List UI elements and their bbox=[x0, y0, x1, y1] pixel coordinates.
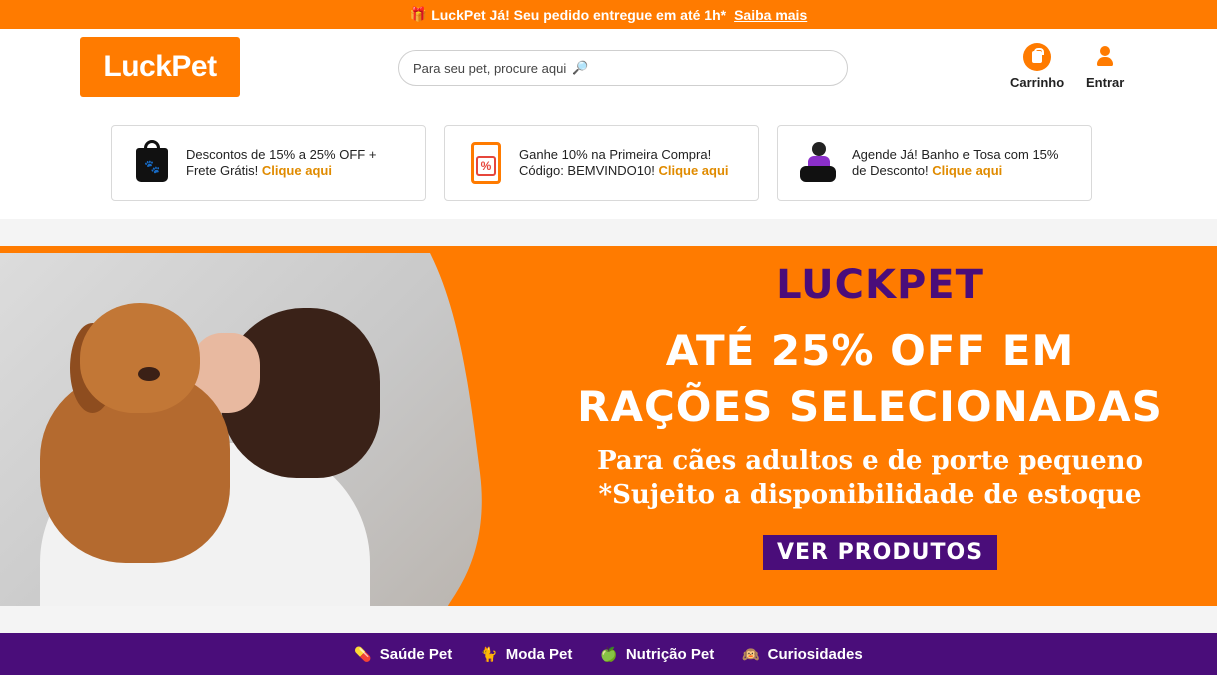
search-input[interactable]: Para seu pet, procure aqui 🔎 bbox=[398, 50, 848, 86]
search-placeholder: Para seu pet, procure aqui bbox=[413, 60, 567, 76]
promo-text: Ganhe 10% na Primeira Compra! bbox=[519, 147, 712, 162]
category-label: Curiosidades bbox=[767, 645, 863, 663]
login-label: Entrar bbox=[1086, 75, 1125, 90]
cart-button[interactable]: Carrinho bbox=[1010, 43, 1064, 90]
pill-icon: 💊 bbox=[354, 645, 372, 662]
category-label: Moda Pet bbox=[505, 645, 573, 663]
section-divider bbox=[0, 219, 1217, 246]
pet-grooming-icon bbox=[798, 140, 840, 186]
shopping-bag-paw-icon: 🐾 bbox=[132, 140, 174, 186]
hero-banner[interactable]: LUCKPET ATÉ 25% OFF EM RAÇÕES SELECIONAD… bbox=[0, 246, 1217, 606]
hero-photo bbox=[0, 253, 520, 606]
promo-text: Descontos de 15% a 25% OFF + bbox=[186, 147, 377, 162]
promo-text: Código: BEMVINDO10! bbox=[519, 163, 655, 178]
promo-text: Frete Grátis! bbox=[186, 163, 259, 178]
category-nav: 💊 Saúde Pet 🐈 Moda Pet 🍏 Nutrição Pet 🙉 … bbox=[0, 633, 1217, 675]
promo-card-first-purchase[interactable]: % Ganhe 10% na Primeira Compra! Código: … bbox=[444, 125, 759, 201]
hero-headline: ATÉ 25% OFF EM bbox=[665, 326, 1075, 375]
category-saude-pet[interactable]: 💊 Saúde Pet bbox=[354, 646, 452, 663]
category-label: Nutrição Pet bbox=[625, 645, 715, 663]
login-button[interactable]: Entrar bbox=[1086, 43, 1124, 90]
promo-link[interactable]: Clique aqui bbox=[932, 163, 1002, 178]
learn-more-link[interactable]: Saiba mais bbox=[734, 7, 807, 23]
promo-card-grooming[interactable]: Agende Já! Banho e Tosa com 15% de Desco… bbox=[777, 125, 1092, 201]
category-moda-pet[interactable]: 🐈 Moda Pet bbox=[480, 646, 572, 663]
site-logo[interactable]: LuckPet bbox=[80, 37, 240, 97]
promo-link[interactable]: Clique aqui bbox=[658, 163, 728, 178]
section-divider bbox=[0, 606, 1217, 633]
site-header: LuckPet Para seu pet, procure aqui 🔎 Car… bbox=[0, 29, 1217, 107]
announcement-bar: 🎁 LuckPet Já! Seu pedido entregue em até… bbox=[0, 0, 1217, 29]
view-products-button[interactable]: VER PRODUTOS bbox=[763, 535, 997, 570]
apple-icon: 🍏 bbox=[600, 645, 618, 662]
cart-icon bbox=[1023, 43, 1052, 71]
search-icon[interactable]: 🔎 bbox=[572, 60, 588, 76]
promo-link[interactable]: Clique aqui bbox=[262, 163, 332, 178]
category-label: Saúde Pet bbox=[379, 645, 453, 663]
hero-subtitle: Para cães adultos e de porte pequeno bbox=[597, 446, 1143, 476]
cart-label: Carrinho bbox=[1010, 75, 1065, 90]
monkey-icon: 🙉 bbox=[742, 645, 760, 662]
category-nutricao-pet[interactable]: 🍏 Nutrição Pet bbox=[600, 646, 714, 663]
hero-brand: LUCKPET bbox=[776, 262, 984, 308]
category-curiosidades[interactable]: 🙉 Curiosidades bbox=[742, 646, 862, 663]
gift-icon: 🎁 bbox=[409, 6, 428, 22]
hero-headline: RAÇÕES SELECIONADAS bbox=[577, 382, 1163, 431]
cat-icon: 🐈 bbox=[480, 645, 498, 662]
coupon-percent-icon: % bbox=[465, 140, 507, 186]
promo-cards: 🐾 Descontos de 15% a 25% OFF + Frete Grá… bbox=[0, 107, 1217, 219]
promo-text: de Desconto! bbox=[852, 163, 929, 178]
user-icon bbox=[1091, 43, 1119, 71]
announcement-text: LuckPet Já! Seu pedido entregue em até 1… bbox=[431, 6, 727, 23]
promo-card-discount[interactable]: 🐾 Descontos de 15% a 25% OFF + Frete Grá… bbox=[111, 125, 426, 201]
hero-subtitle: *Sujeito a disponibilidade de estoque bbox=[598, 480, 1142, 510]
promo-text: Agende Já! Banho e Tosa com 15% bbox=[852, 147, 1059, 162]
